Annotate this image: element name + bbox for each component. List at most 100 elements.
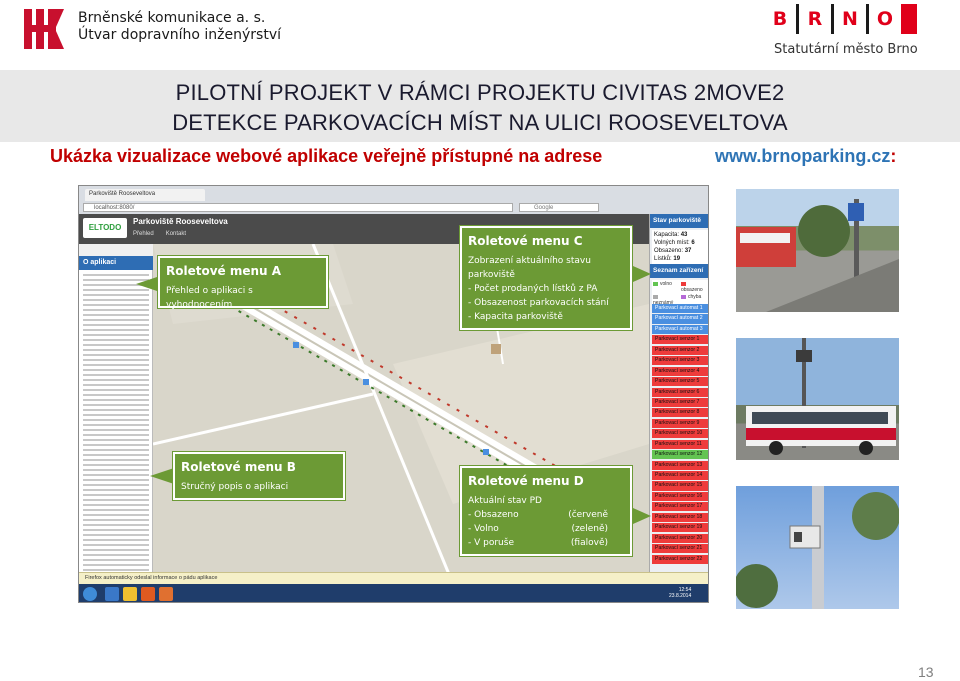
callout-d-title: Roletové menu D [468, 474, 584, 488]
photo-street-parking [736, 189, 899, 312]
title-line-2: DETEKCE PARKOVACÍCH MÍST NA ULICI ROOSEV… [172, 110, 788, 135]
callout-menu-a: Roletové menu A Přehled o aplikaci s vyh… [158, 256, 328, 310]
device-item[interactable]: Parkovací senzor 9 [652, 418, 708, 428]
device-item[interactable]: Parkovací senzor 18 [652, 512, 708, 522]
capacity-label: Kapacita: [654, 232, 680, 238]
browser-chrome: Parkoviště Rooseveltova localhost:8080/ … [79, 186, 708, 214]
callout-d-row: - Volno (zeleně) [468, 524, 608, 534]
address-bar[interactable]: localhost:8080/ [83, 203, 513, 212]
callout-c-line: - Obsazenost parkovacích stání [468, 298, 609, 308]
street-photo-art [736, 199, 899, 312]
callout-c-line: Zobrazení aktuálního stavu [468, 256, 591, 266]
city-name: Statutární město Brno [774, 42, 918, 57]
device-item[interactable]: Parkovací senzor 6 [652, 387, 708, 397]
media-icon[interactable] [141, 587, 155, 601]
device-item[interactable]: Parkovací senzor 1 [652, 335, 708, 345]
bus-photo-art [746, 338, 896, 455]
start-button-icon[interactable] [83, 587, 97, 601]
brno-letter-r: R [807, 8, 823, 30]
organization-name: Brněnské komunikace a. s. Útvar dopravní… [78, 10, 281, 44]
site-url-text[interactable]: www.brnoparking.cz [715, 146, 890, 166]
legend-free: volno [653, 281, 680, 293]
tickets-value: 19 [673, 256, 681, 262]
device-item[interactable]: Parkovací automat 2 [652, 314, 708, 324]
device-legend: volno obsazeno neznámý chyba [652, 280, 708, 307]
callout-c-line: - Kapacita parkoviště [468, 312, 563, 322]
free-label: Volných míst: [654, 240, 690, 246]
callout-menu-c: Roletové menu C Zobrazení aktuálního sta… [460, 226, 632, 330]
device-item[interactable]: Parkovací automat 3 [652, 324, 708, 334]
device-item[interactable]: Parkovací senzor 10 [652, 429, 708, 439]
device-item[interactable]: Parkovací senzor 19 [652, 523, 708, 533]
callout-a-title: Roletové menu A [166, 264, 282, 278]
nav-contact[interactable]: Kontakt [166, 231, 186, 237]
brno-letter-o: O [876, 8, 894, 30]
title-line-1: PILOTNÍ PROJEKT V RÁMCI PROJEKTU CIVITAS… [175, 80, 785, 105]
explorer-icon[interactable] [105, 587, 119, 601]
device-item[interactable]: Parkovací senzor 5 [652, 377, 708, 387]
callout-c-arrow [633, 266, 651, 282]
eltodo-logo: ELTODO [83, 218, 127, 238]
callout-a-desc: Přehled o aplikaci s vyhodnocením [166, 286, 253, 310]
device-item[interactable]: Parkovací senzor 2 [652, 345, 708, 355]
browser-tab[interactable]: Parkoviště Rooseveltova [85, 189, 205, 201]
device-item[interactable]: Parkovací senzor 15 [652, 481, 708, 491]
org-name-line2: Útvar dopravního inženýrství [78, 27, 282, 43]
capacity-value: 43 [680, 232, 688, 238]
device-item[interactable]: Parkovací senzor 16 [652, 491, 708, 501]
device-item[interactable]: Parkovací senzor 13 [652, 460, 708, 470]
photo-bus-sensor [736, 338, 899, 460]
app-title: Parkoviště Rooseveltova [133, 217, 228, 226]
folder-icon[interactable] [123, 587, 137, 601]
callout-a-arrow [136, 276, 160, 292]
firefox-icon[interactable] [159, 587, 173, 601]
side-a-text-lines [83, 274, 149, 584]
device-item[interactable]: Parkovací senzor 21 [652, 544, 708, 554]
callout-menu-b: Roletové menu B Stručný popis o aplikaci [173, 452, 345, 500]
side-panel-c: Stav parkoviště Kapacita: 43 Volných mís… [649, 214, 708, 594]
device-item[interactable]: Parkovací senzor 11 [652, 439, 708, 449]
bkom-logo-icon [24, 9, 64, 49]
device-item[interactable]: Parkovací senzor 20 [652, 533, 708, 543]
devices-heading[interactable]: Seznam zařízení [650, 264, 708, 278]
brno-letter-n: N [842, 8, 858, 30]
photo-sensor-pole [736, 486, 899, 609]
slide-header: Brněnské komunikace a. s. Útvar dopravní… [0, 0, 960, 70]
device-item[interactable]: Parkovací senzor 7 [652, 397, 708, 408]
site-url[interactable]: www.brnoparking.cz: [715, 146, 896, 167]
device-item[interactable]: Parkovací senzor 4 [652, 366, 708, 376]
device-item[interactable]: Parkovací senzor 17 [652, 502, 708, 512]
callout-menu-d: Roletové menu D Aktuální stav PD - Obsaz… [460, 466, 632, 556]
occupied-value: 37 [684, 248, 692, 254]
callout-c-line: parkoviště [468, 270, 515, 280]
title-band: PILOTNÍ PROJEKT V RÁMCI PROJEKTU CIVITAS… [0, 70, 960, 142]
side-a-heading[interactable]: O aplikaci [79, 256, 153, 270]
callout-d-row: - V poruše (fialově) [468, 538, 608, 548]
callout-d-subtitle: Aktuální stav PD [468, 496, 542, 506]
callout-c-line: - Počet prodaných lístků z PA [468, 284, 598, 294]
callout-b-arrow [150, 468, 174, 484]
taskbar-clock: 12:54 23.8.2014 [669, 587, 691, 599]
free-value: 6 [691, 240, 695, 246]
device-item[interactable]: Parkovací senzor 22 [652, 554, 708, 564]
clock-date: 23.8.2014 [669, 593, 692, 599]
org-name-line1: Brněnské komunikace a. s. [78, 10, 266, 26]
nav-overview[interactable]: Přehled [133, 231, 154, 237]
side-panel-a: O aplikaci [79, 256, 153, 594]
page-number: 13 [918, 664, 934, 680]
callout-c-title: Roletové menu C [468, 234, 583, 248]
device-item[interactable]: Parkovací senzor 8 [652, 408, 708, 418]
device-item[interactable]: Parkovací senzor 12 [652, 450, 708, 460]
callout-d-row: - Obsazeno (červeně [468, 510, 608, 520]
browser-search-input[interactable]: Google [519, 203, 599, 212]
device-item[interactable]: Parkovací senzor 14 [652, 471, 708, 481]
brno-logo: B R N O [768, 4, 917, 34]
device-item[interactable]: Parkovací senzor 3 [652, 356, 708, 366]
legend-occupied: obsazeno [681, 281, 708, 293]
callout-b-title: Roletové menu B [181, 460, 296, 474]
device-item[interactable]: Parkovací automat 1 [652, 304, 708, 314]
pole-photo-art [736, 486, 899, 609]
brno-letter-b: B [772, 8, 788, 30]
os-taskbar: 12:54 23.8.2014 [79, 584, 708, 602]
status-heading[interactable]: Stav parkoviště [650, 214, 708, 228]
